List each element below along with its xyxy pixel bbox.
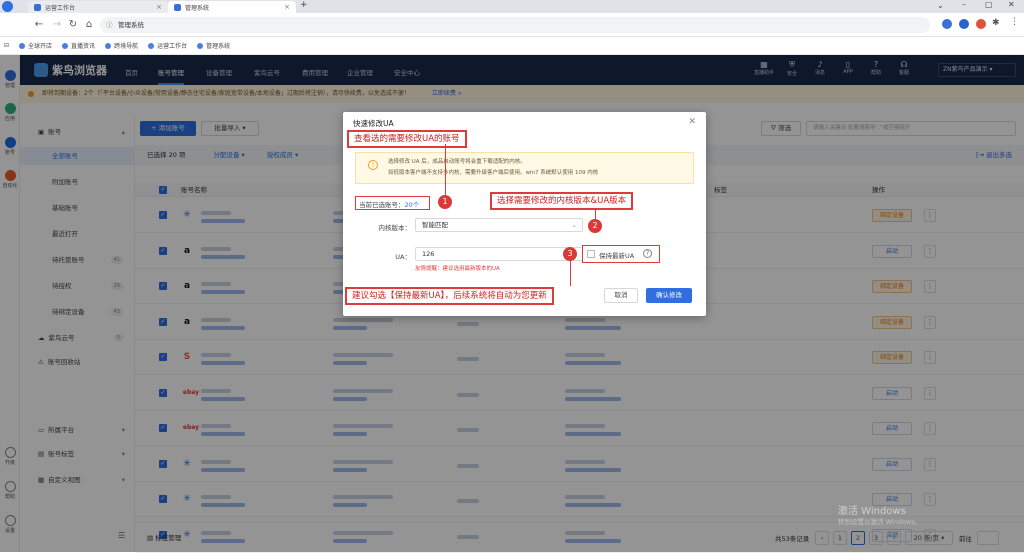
annotation-line-1 — [445, 144, 446, 195]
ua-label: UA： — [395, 253, 411, 261]
bookmark-icon — [148, 42, 155, 49]
extension-icon[interactable] — [942, 19, 952, 29]
home-icon[interactable]: ⌂ — [82, 18, 96, 32]
tab-label: 管理系统 — [185, 4, 210, 12]
bookmarks-bar: ⊟ 全球开店 直播资讯 跨境导航 运营工作台 管理系统 — [0, 37, 1024, 55]
windows-watermark: 激活 Windows — [838, 506, 906, 517]
reload-icon[interactable]: ↻ — [66, 18, 80, 32]
bookmark-item[interactable]: 跨境导航 — [105, 41, 138, 50]
ua-hint: 友情提醒：建议选用最新版本的UA — [415, 266, 500, 272]
extension-icon[interactable] — [959, 19, 969, 29]
window-minimize-button[interactable]: – — [962, 0, 966, 9]
annotation-1: 查看选的需要修改UA的账号 — [347, 130, 467, 148]
kernel-version-select[interactable]: 智能匹配 ⌄ — [415, 218, 583, 232]
dialog-title: 快速修改UA — [353, 119, 394, 128]
ua-version-select[interactable]: 126 — [415, 247, 583, 261]
bookmark-item[interactable]: 管理系统 — [197, 41, 230, 50]
tab-label: 运营工作台 — [45, 4, 76, 12]
info-icon: ! — [368, 160, 378, 170]
menu-icon[interactable]: ⋮ — [1010, 17, 1019, 27]
annotation-3: 建议勾选【保持最新UA】，后续系统将自动为您更新 — [345, 287, 554, 305]
annotation-2: 选择需要修改的内核版本&UA版本 — [490, 192, 634, 210]
address-bar: ← → ↻ ⌂ ⓘ 管理系统 ✱ ⋮ — [0, 13, 1024, 37]
forward-icon[interactable]: → — [50, 18, 64, 32]
bookmarks-toggle-icon[interactable]: ⊟ — [4, 42, 9, 49]
browser-tab-bar: 运营工作台 × 管理系统 × + ⌄ – ▢ ✕ — [0, 0, 1024, 13]
bookmark-icon — [19, 42, 26, 49]
cancel-button[interactable]: 取消 — [604, 288, 638, 303]
annotation-marker-3: 3 — [563, 247, 577, 261]
bookmark-item[interactable]: 直播资讯 — [62, 41, 95, 50]
bookmark-item[interactable]: 运营工作台 — [148, 41, 187, 50]
close-tab-icon[interactable]: × — [156, 3, 162, 11]
browser-tab-ops[interactable]: 运营工作台 × — [28, 1, 168, 13]
close-tab-icon[interactable]: × — [284, 3, 290, 11]
annotation-line-2 — [595, 208, 596, 219]
tab-favicon-icon — [34, 3, 41, 11]
url-text: 管理系统 — [118, 21, 144, 29]
confirm-button[interactable]: 确认修改 — [646, 288, 692, 303]
puzzle-icon[interactable]: ✱ — [992, 18, 1000, 28]
annotation-line-3 — [570, 261, 571, 286]
extension-icon[interactable] — [976, 19, 986, 29]
url-input[interactable]: ⓘ 管理系统 — [100, 17, 930, 33]
chevron-down-icon: ⌄ — [571, 221, 577, 229]
windows-watermark-sub: 转到设置以激活 Windows。 — [838, 518, 922, 526]
browser-logo-icon[interactable] — [2, 1, 13, 12]
dialog-tip: ! 选择修改 UA 后，成品启动账号将会重下载适配的内核。 如低版本客户端不支持… — [355, 152, 694, 184]
new-tab-button[interactable]: + — [300, 0, 308, 10]
bookmark-icon — [197, 42, 204, 49]
back-icon[interactable]: ← — [32, 18, 46, 32]
site-info-icon[interactable]: ⓘ — [106, 17, 113, 33]
tip-line-1: 选择修改 UA 后，成品启动账号将会重下载适配的内核。 — [388, 159, 526, 165]
annotation-box-selected — [355, 196, 430, 210]
annotation-marker-2: 2 — [588, 219, 602, 233]
minimize-icon[interactable]: ⌄ — [937, 1, 944, 10]
kernel-label: 内核版本： — [378, 224, 412, 232]
browser-tab-admin[interactable]: 管理系统 × — [168, 1, 296, 13]
bookmark-icon — [105, 42, 112, 49]
window-close-button[interactable]: ✕ — [1008, 0, 1015, 9]
annotation-marker-1: 1 — [438, 195, 452, 209]
bookmark-icon — [62, 42, 69, 49]
window-maximize-button[interactable]: ▢ — [985, 0, 993, 9]
tab-favicon-icon — [174, 3, 181, 11]
annotation-box-keep-latest — [582, 245, 660, 263]
bookmark-item[interactable]: 全球开店 — [19, 41, 52, 50]
close-icon[interactable]: ✕ — [688, 117, 696, 127]
tip-line-2: 如低版本客户端不支持多内核，需要升级客户端后使用。win7 系统默认使用 109… — [388, 170, 599, 176]
